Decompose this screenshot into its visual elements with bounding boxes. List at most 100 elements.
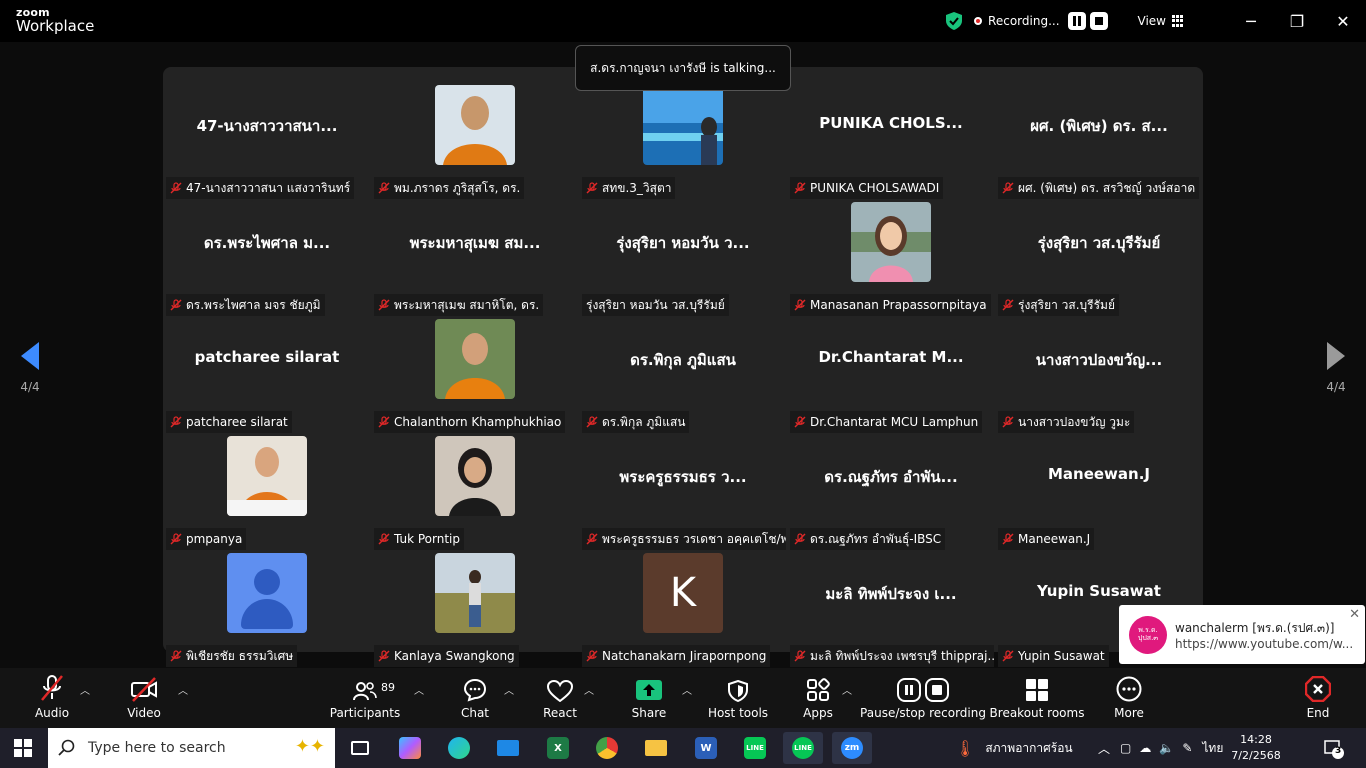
participant-tile[interactable]: 47-นางสาววาสนา... 47-นางสาววาสนา แสงวาริน…	[163, 84, 371, 201]
breakout-rooms-button[interactable]: Breakout rooms	[989, 668, 1085, 728]
participant-tile[interactable]: PUNIKA CHOLS... PUNIKA CHOLSAWADI	[787, 84, 995, 201]
video-options-chevron-icon[interactable]: ︿	[178, 682, 188, 697]
notification-url[interactable]: https://www.youtube.com/w...	[1175, 637, 1357, 651]
participant-tile[interactable]: pmpanya	[163, 435, 371, 552]
participants-options-chevron-icon[interactable]: ︿	[414, 682, 424, 697]
notification-center-icon[interactable]: 3	[1323, 738, 1345, 760]
participant-tile[interactable]: นางสาวปองขวัญ... นางสาวปองขวัญ วูมะ	[995, 318, 1203, 435]
chat-notification-popup[interactable]: พ.ร.ด. ปุปส.๓ wanchalerm [พร.ด.(รปศ.๓)] …	[1119, 605, 1365, 664]
share-options-chevron-icon[interactable]: ︿	[682, 682, 692, 697]
line-app-active-icon[interactable]: LINE	[783, 732, 823, 764]
pause-recording-button[interactable]	[1067, 12, 1086, 30]
participant-tile[interactable]: ดร.ณฐภัทร อำพัน... ดร.ณฐภัทร อำพันธุ์-IBS…	[787, 435, 995, 552]
copilot-icon[interactable]	[390, 732, 430, 764]
react-button[interactable]: React	[540, 668, 580, 728]
audio-button[interactable]: Audio	[32, 668, 72, 728]
file-explorer-icon[interactable]	[636, 732, 676, 764]
participant-display-name: patcharee silarat	[194, 348, 340, 366]
prev-page-nav[interactable]: 4/4	[18, 342, 42, 402]
line-icon[interactable]: LINE	[735, 732, 775, 764]
taskbar-clock[interactable]: 14:28 7/2/2568	[1226, 732, 1286, 764]
mic-muted-icon	[586, 416, 598, 428]
zoom-taskbar-icon[interactable]: zm	[832, 732, 872, 764]
participant-name-text: พระครูธรรมธร วรเดชา อคฺคเตโช/พ...	[602, 532, 786, 546]
task-view-icon[interactable]	[340, 732, 380, 764]
host-tools-button[interactable]: Host tools	[706, 668, 770, 728]
video-button[interactable]: Video	[124, 668, 164, 728]
pause-stop-recording-button[interactable]: Pause/stop recording	[860, 668, 986, 728]
tray-chevron-up-icon[interactable]: ︿	[1098, 740, 1110, 757]
taskbar-search[interactable]: Type here to search ✦✦	[48, 728, 335, 768]
weather-widget[interactable]: 🌡 สภาพอากาศร้อน	[955, 728, 1073, 768]
participant-tile[interactable]: Dr.Chantarat M... Dr.Chantarat MCU Lamphu…	[787, 318, 995, 435]
arrow-left-icon[interactable]	[21, 342, 39, 370]
zoom-logo: zoom Workplace	[16, 7, 94, 34]
participant-tile[interactable]: Manasanan Prapassornpitaya	[787, 201, 995, 318]
encryption-shield-icon[interactable]	[946, 12, 963, 30]
next-page-nav[interactable]: 4/4	[1324, 342, 1348, 402]
participants-label: Participants	[329, 706, 401, 720]
react-options-chevron-icon[interactable]: ︿	[584, 682, 594, 697]
network-icon[interactable]: ☁	[1139, 741, 1151, 755]
participant-name-label: สทข.3_วิสุตา	[582, 177, 676, 199]
participant-name-text: รุ่งสุริยา วส.บุรีรัมย์	[1018, 298, 1115, 312]
more-button[interactable]: More	[1109, 668, 1149, 728]
participant-tile[interactable]: ผศ. (พิเศษ) ดร. ส... ผศ. (พิเศษ) ดร. สรวิ…	[995, 84, 1203, 201]
excel-icon[interactable]: X	[538, 732, 578, 764]
restore-button[interactable]: ❐	[1274, 0, 1320, 42]
more-label: More	[1114, 706, 1144, 720]
stop-recording-button[interactable]	[1089, 12, 1108, 30]
participant-tile[interactable]: ดร.พิกุล ภูมิแสน ดร.พิกุล ภูมิแสน	[579, 318, 787, 435]
participant-name-label: Manasanan Prapassornpitaya	[790, 294, 991, 316]
chat-options-chevron-icon[interactable]: ︿	[504, 682, 514, 697]
edge-icon[interactable]	[439, 732, 479, 764]
participant-tile[interactable]: ดร.พระไพศาล ม... ดร.พระไพศาล มจร ชัยภูมิ	[163, 201, 371, 318]
participant-tile[interactable]: Kanlaya Swangkong	[371, 552, 579, 669]
participants-button[interactable]: Participants	[330, 668, 400, 728]
word-icon[interactable]: W	[686, 732, 726, 764]
participant-tile[interactable]: พิเชียรชัย ธรรมวิเศษ	[163, 552, 371, 669]
windows-start-icon[interactable]	[14, 739, 32, 757]
participant-tile[interactable]: พระมหาสุเมฆ สม... พระมหาสุเมฆ สมาหิโต, ดร…	[371, 201, 579, 318]
mic-muted-icon	[170, 650, 182, 662]
view-button[interactable]: View	[1138, 14, 1166, 28]
apps-icon	[807, 678, 830, 701]
breakout-rooms-label: Breakout rooms	[989, 706, 1085, 720]
close-button[interactable]: ✕	[1320, 0, 1366, 42]
apps-options-chevron-icon[interactable]: ︿	[842, 682, 852, 697]
minimize-button[interactable]: ─	[1228, 0, 1274, 42]
participant-tile[interactable]: Chalanthorn Khamphukhiao	[371, 318, 579, 435]
participant-tile[interactable]: Maneewan.J Maneewan.J	[995, 435, 1203, 552]
participant-tile[interactable]: Tuk Porntip	[371, 435, 579, 552]
audio-options-chevron-icon[interactable]: ︿	[80, 682, 90, 697]
participant-tile[interactable]: K Natchanakarn Jirapornpong	[579, 552, 787, 669]
pen-icon[interactable]: ✎	[1182, 741, 1192, 755]
chat-button[interactable]: Chat	[455, 668, 495, 728]
volume-icon[interactable]: 🔈	[1159, 741, 1174, 755]
language-indicator[interactable]: ไทย	[1202, 739, 1223, 758]
tray-device-icon[interactable]: ▢	[1120, 741, 1131, 755]
mic-muted-icon	[794, 182, 806, 194]
grid-view-icon[interactable]	[1172, 15, 1184, 27]
participant-tile[interactable]: มะลิ ทิพพ์ประจง เ... มะลิ ทิพพ์ประจง เพชร…	[787, 552, 995, 669]
participant-tile[interactable]: รุ่งสุริยา หอมวัน ว... รุ่งสุริยา หอมวัน …	[579, 201, 787, 318]
participant-tile[interactable]: สทข.3_วิสุตา	[579, 84, 787, 201]
arrow-right-icon[interactable]	[1327, 342, 1345, 370]
apps-button[interactable]: Apps	[798, 668, 838, 728]
notification-avatar: พ.ร.ด. ปุปส.๓	[1129, 616, 1167, 654]
mic-muted-icon	[1002, 533, 1014, 545]
participant-name-label: พระมหาสุเมฆ สมาหิโต, ดร.	[374, 294, 544, 316]
participant-name-text: pmpanya	[186, 532, 243, 546]
participant-tile[interactable]: patcharee silarat patcharee silarat	[163, 318, 371, 435]
participant-display-name: รุ่งสุริยา หอมวัน ว...	[616, 234, 750, 252]
chrome-icon[interactable]	[587, 732, 627, 764]
participant-tile[interactable]: พระครูธรรมธร ว... พระครูธรรมธร วรเดชา อคฺ…	[579, 435, 787, 552]
share-button[interactable]: Share	[629, 668, 669, 728]
participant-tile[interactable]: พม.ภราดร ภูริสุสโร, ดร.	[371, 84, 579, 201]
mail-icon[interactable]	[488, 732, 528, 764]
system-tray: ︿ ▢ ☁ 🔈 ✎ ไทย	[1098, 728, 1223, 768]
mic-muted-icon	[794, 416, 806, 428]
end-meeting-button[interactable]: End	[1298, 668, 1338, 728]
notification-close-icon[interactable]: ✕	[1349, 607, 1360, 622]
participant-tile[interactable]: รุ่งสุริยา วส.บุรีรัมย์ รุ่งสุริยา วส.บุร…	[995, 201, 1203, 318]
